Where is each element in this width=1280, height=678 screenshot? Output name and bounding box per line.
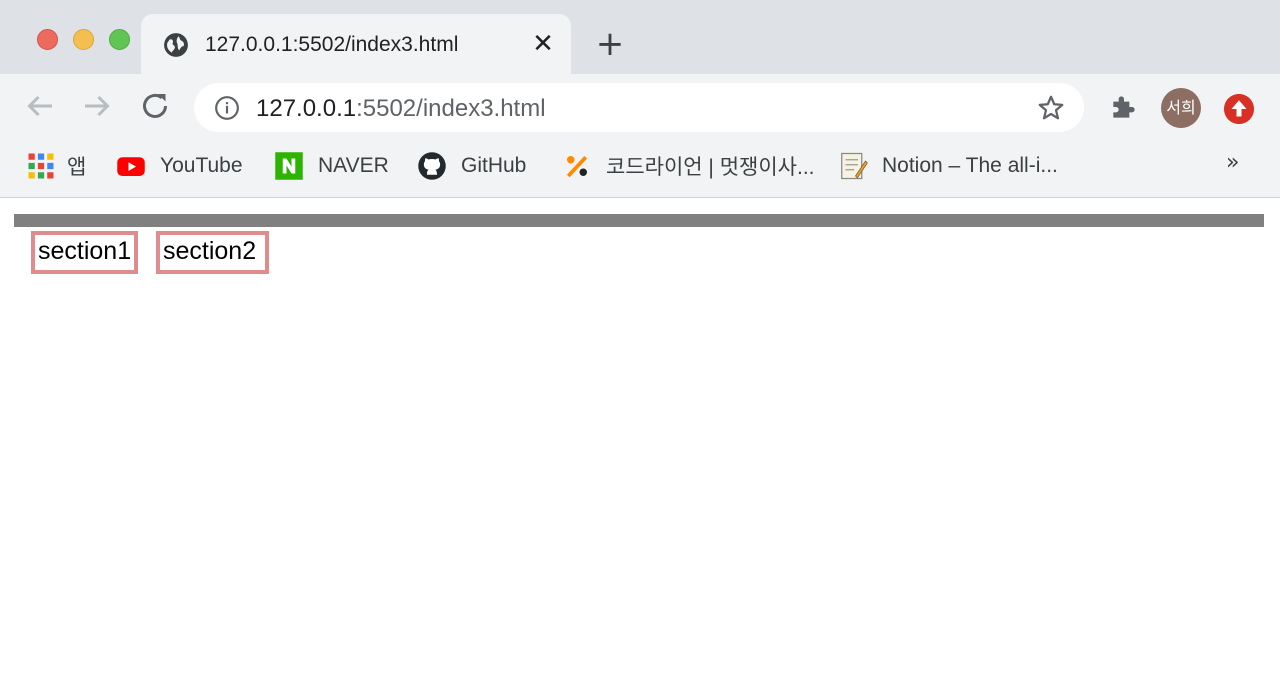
browser-toolbar: 127.0.0.1:5502/index3.html 서희 — [0, 74, 1280, 140]
extensions-puzzle-icon[interactable] — [1108, 91, 1140, 123]
address-bar[interactable]: 127.0.0.1:5502/index3.html — [194, 83, 1084, 132]
forward-arrow-icon[interactable] — [79, 88, 115, 124]
bookmark-label: 앱 — [67, 156, 87, 179]
back-arrow-icon[interactable] — [22, 88, 58, 124]
tab-strip: 127.0.0.1:5502/index3.html ✕ + — [0, 0, 1280, 74]
tab-close-icon[interactable]: ✕ — [529, 30, 557, 58]
profile-avatar[interactable]: 서희 — [1161, 88, 1201, 128]
bookmark-star-icon[interactable] — [1036, 93, 1066, 123]
bookmarks-overflow-chevron-icon[interactable]: » — [1226, 150, 1239, 175]
section-box-1: section1 — [31, 231, 138, 274]
coderion-icon — [566, 155, 588, 178]
bookmarks-bar: 앱 YouTube NAVER GitHub 코드라이언 | 멋쟁이사... N… — [0, 140, 1280, 198]
url-text[interactable]: 127.0.0.1:5502/index3.html — [256, 95, 546, 123]
github-icon — [418, 152, 446, 180]
notion-icon — [841, 152, 868, 180]
update-arrow-icon[interactable] — [1224, 94, 1254, 124]
window-minimize-button[interactable] — [73, 29, 94, 50]
reload-icon[interactable] — [137, 88, 173, 124]
active-tab[interactable]: 127.0.0.1:5502/index3.html ✕ — [141, 14, 571, 74]
bookmark-apps[interactable]: 앱 — [26, 151, 86, 181]
bookmark-label: Notion – The all-i... — [882, 154, 1058, 177]
section-box-2: section2 — [156, 231, 269, 274]
bookmark-naver[interactable]: NAVER — [274, 151, 389, 181]
youtube-icon — [117, 157, 145, 176]
gray-bar — [14, 214, 1264, 227]
bookmark-label: YouTube — [160, 154, 243, 177]
window-close-button[interactable] — [37, 29, 58, 50]
globe-icon — [164, 33, 188, 57]
new-tab-button[interactable]: + — [594, 27, 626, 61]
bookmark-label: NAVER — [318, 154, 389, 177]
tab-title: 127.0.0.1:5502/index3.html — [205, 33, 459, 56]
naver-icon — [275, 152, 303, 180]
bookmark-coderion[interactable]: 코드라이언 | 멋쟁이사... — [562, 151, 815, 181]
apps-grid-icon — [28, 153, 54, 179]
bookmark-github[interactable]: GitHub — [417, 151, 526, 181]
bookmark-notion[interactable]: Notion – The all-i... — [838, 151, 1058, 181]
bookmark-label: GitHub — [461, 154, 527, 177]
url-path: :5502/index3.html — [356, 95, 546, 122]
window-maximize-button[interactable] — [109, 29, 130, 50]
bookmark-label: 코드라이언 | 멋쟁이사... — [606, 156, 815, 179]
url-host: 127.0.0.1 — [256, 95, 357, 122]
info-icon[interactable] — [214, 95, 240, 121]
page-viewport: section1 section2 — [0, 199, 1280, 678]
bookmark-youtube[interactable]: YouTube — [116, 151, 243, 181]
